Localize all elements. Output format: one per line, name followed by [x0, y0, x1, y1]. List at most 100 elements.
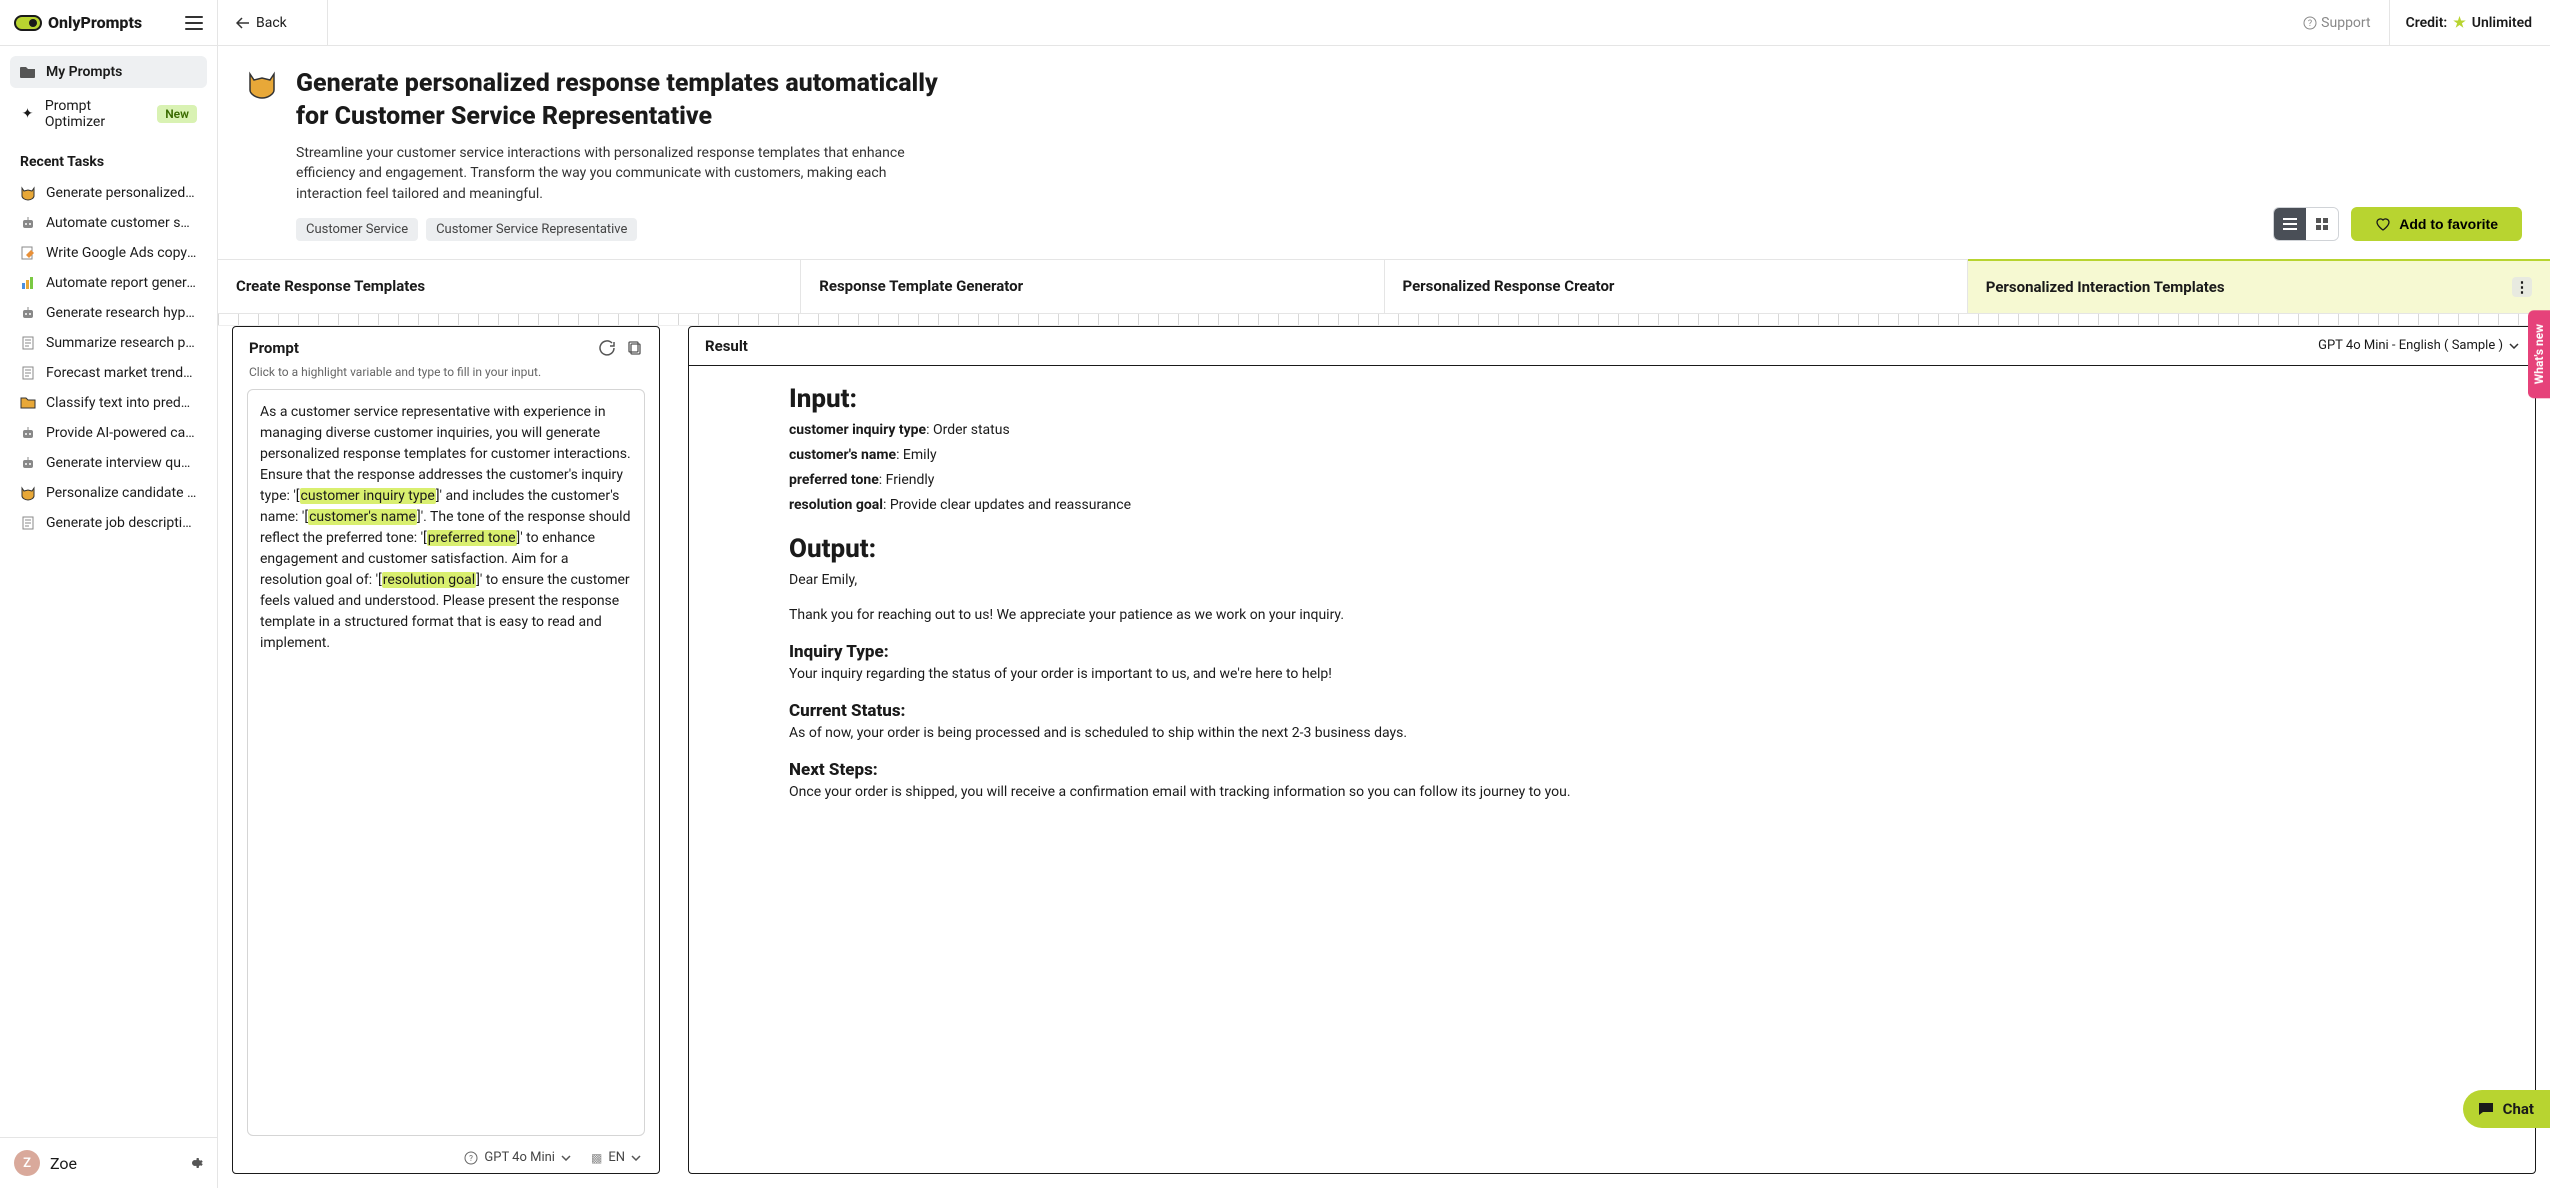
output-section-text: Once your order is shipped, you will rec…	[789, 782, 2465, 803]
output-section-heading: Inquiry Type:	[789, 642, 2465, 662]
recent-task-item[interactable]: Write Google Ads copy v...	[10, 238, 207, 268]
star-icon: ★	[2453, 15, 2466, 31]
tab-label: Response Template Generator	[819, 277, 1023, 295]
chevron-down-icon	[2509, 343, 2519, 349]
svg-text:?: ?	[470, 1154, 474, 1163]
recent-task-label: Forecast market trends ...	[46, 365, 197, 381]
chat-button[interactable]: Chat	[2463, 1090, 2550, 1128]
output-section-text: As of now, your order is being processed…	[789, 723, 2465, 744]
prompt-textarea[interactable]: As a customer service representative wit…	[247, 389, 645, 1136]
cat-icon	[20, 185, 36, 201]
recent-task-item[interactable]: Summarize research pap...	[10, 328, 207, 358]
page-title: Generate personalized response templates…	[296, 68, 946, 133]
recent-task-label: Classify text into predefi...	[46, 395, 197, 411]
recent-task-label: Generate personalized r...	[46, 185, 197, 201]
tab-2[interactable]: Personalized Response Creator	[1385, 260, 1968, 313]
model-select[interactable]: ? GPT 4o Mini	[464, 1150, 571, 1165]
add-favorite-button[interactable]: Add to favorite	[2351, 207, 2522, 241]
topbar: Back ? Support Credit: ★ Unlimited	[218, 0, 2550, 46]
chevron-down-icon	[631, 1155, 641, 1161]
output-section-heading: Next Steps:	[789, 760, 2465, 780]
nav-my-prompts[interactable]: My Prompts	[10, 56, 207, 88]
tag[interactable]: Customer Service	[296, 218, 418, 241]
tab-label: Personalized Interaction Templates	[1986, 278, 2225, 296]
support-link[interactable]: ? Support	[2303, 15, 2370, 31]
recent-task-label: Provide AI-powered cand...	[46, 425, 197, 441]
recent-task-item[interactable]: Generate interview ques...	[10, 448, 207, 478]
tab-0[interactable]: Create Response Templates	[218, 260, 801, 313]
recent-task-label: Generate research hypot...	[46, 305, 197, 321]
tab-3[interactable]: Personalized Interaction Templates ⋮	[1968, 259, 2550, 313]
recent-task-label: Generate job description...	[46, 515, 197, 531]
prompt-variable[interactable]: resolution goal	[382, 572, 476, 588]
copy-icon[interactable]	[627, 340, 643, 356]
whats-new-tab[interactable]: What's new	[2528, 310, 2550, 398]
grid-icon	[2316, 218, 2328, 230]
user-name: Zoe	[50, 1154, 77, 1173]
recent-task-item[interactable]: Generate personalized r...	[10, 178, 207, 208]
output-intro: Thank you for reaching out to us! We app…	[789, 605, 2465, 626]
heart-icon	[2375, 217, 2391, 231]
input-field: customer inquiry type: Order status	[789, 420, 2465, 441]
back-button[interactable]: Back	[236, 0, 328, 45]
prompt-panel: Prompt Click to a highlight variable and…	[232, 326, 660, 1174]
sidebar: OnlyPrompts My Prompts ✦ Prompt Optimize…	[0, 0, 218, 1188]
recent-task-item[interactable]: Automate report generat...	[10, 268, 207, 298]
sparkle-icon: ✦	[20, 106, 35, 122]
prompt-variable[interactable]: customer's name	[308, 509, 417, 525]
output-heading: Output:	[789, 534, 2465, 564]
output-section-text: Your inquiry regarding the status of you…	[789, 664, 2465, 685]
page-cat-icon	[246, 68, 278, 100]
user-avatar[interactable]: Z	[14, 1150, 40, 1176]
robot-icon	[20, 455, 36, 471]
help-icon: ?	[2303, 16, 2317, 30]
prompt-variable[interactable]: preferred tone	[427, 530, 517, 546]
recent-task-item[interactable]: Forecast market trends ...	[10, 358, 207, 388]
doc-icon	[20, 365, 36, 381]
recent-task-item[interactable]: Generate job description...	[10, 508, 207, 538]
recent-task-item[interactable]: Provide AI-powered cand...	[10, 418, 207, 448]
doc-icon	[20, 335, 36, 351]
recent-task-label: Personalize candidate o...	[46, 485, 197, 501]
recent-task-item[interactable]: Automate customer sup...	[10, 208, 207, 238]
recent-task-label: Automate report generat...	[46, 275, 197, 291]
menu-toggle-icon[interactable]	[185, 16, 203, 30]
input-field: customer's name: Emily	[789, 445, 2465, 466]
folder-icon	[20, 395, 36, 411]
prompt-heading: Prompt	[249, 339, 299, 357]
result-meta-select[interactable]: GPT 4o Mini - English ( Sample )	[2318, 338, 2519, 353]
nav-label: Prompt Optimizer	[45, 98, 147, 130]
prompt-variable[interactable]: customer inquiry type	[300, 488, 436, 504]
tag[interactable]: Customer Service Representative	[426, 218, 637, 241]
doc-icon	[20, 515, 36, 531]
result-content: Input:customer inquiry type: Order statu…	[689, 366, 2535, 1173]
page-description: Streamline your customer service interac…	[296, 143, 936, 204]
robot-icon	[20, 425, 36, 441]
settings-icon[interactable]	[187, 1155, 203, 1171]
result-heading: Result	[705, 337, 748, 355]
list-view-button[interactable]	[2274, 208, 2306, 240]
recent-task-item[interactable]: Classify text into predefi...	[10, 388, 207, 418]
cat-icon	[20, 485, 36, 501]
logo[interactable]: OnlyPrompts	[14, 13, 142, 32]
result-panel: Result GPT 4o Mini - English ( Sample ) …	[688, 326, 2536, 1174]
recent-task-item[interactable]: Personalize candidate o...	[10, 478, 207, 508]
robot-icon	[20, 215, 36, 231]
tab-label: Create Response Templates	[236, 277, 425, 295]
lang-select[interactable]: ▩ EN	[591, 1150, 641, 1165]
credit-display: Credit: ★ Unlimited	[2389, 0, 2532, 45]
svg-text:?: ?	[2308, 19, 2312, 29]
help-icon: ?	[464, 1151, 478, 1165]
grid-view-button[interactable]	[2306, 208, 2338, 240]
recent-task-item[interactable]: Generate research hypot...	[10, 298, 207, 328]
prompt-hint: Click to a highlight variable and type t…	[233, 365, 659, 389]
refresh-icon[interactable]	[599, 340, 615, 356]
output-greeting: Dear Emily,	[789, 570, 2465, 591]
nav-prompt-optimizer[interactable]: ✦ Prompt Optimizer New	[10, 90, 207, 138]
recent-task-label: Write Google Ads copy v...	[46, 245, 197, 261]
tab-1[interactable]: Response Template Generator	[801, 260, 1384, 313]
tab-more-icon[interactable]: ⋮	[2512, 277, 2532, 297]
recent-tasks-heading: Recent Tasks	[20, 154, 197, 170]
chat-icon	[2477, 1101, 2495, 1117]
arrow-left-icon	[236, 17, 250, 29]
